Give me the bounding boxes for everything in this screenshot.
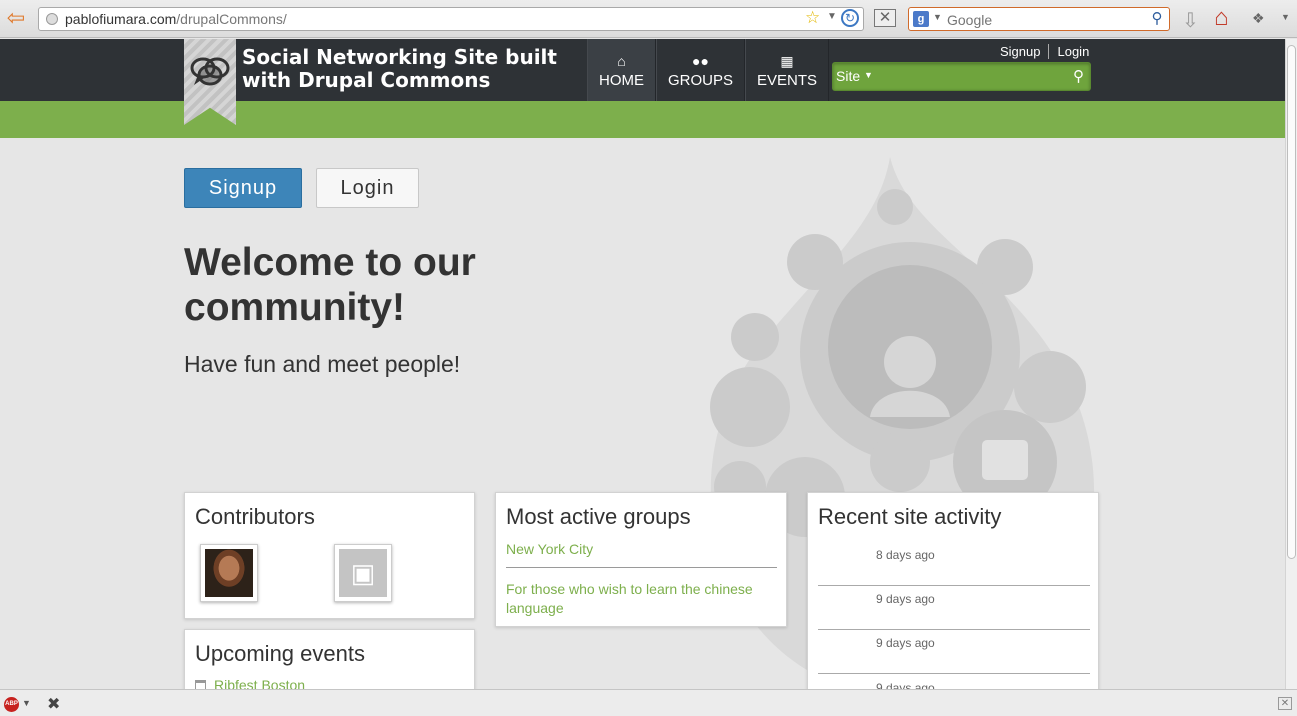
event-link[interactable]: Ribfest Boston <box>195 677 305 689</box>
activity-time: 9 days ago <box>876 636 935 650</box>
login-button[interactable]: Login <box>316 168 419 208</box>
user-links: Signup Login <box>992 44 1097 59</box>
mail-icon[interactable]: ✕ <box>874 9 896 27</box>
main-nav: ⌂ HOME ●● GROUPS ▦ EVENTS <box>587 39 830 101</box>
activity-item: 9 days ago <box>818 675 1090 689</box>
activity-time: 9 days ago <box>876 681 935 689</box>
header-signup-link[interactable]: Signup <box>992 44 1048 59</box>
nav-home[interactable]: ⌂ HOME <box>587 39 656 101</box>
calendar-icon <box>195 680 206 689</box>
divider <box>506 567 777 568</box>
scope-caret-icon[interactable]: ▼ <box>864 70 873 80</box>
browser-search-input[interactable] <box>947 11 1143 28</box>
site-search-input[interactable] <box>879 67 1059 87</box>
site-name[interactable]: Social Networking Site built with Drupal… <box>242 46 572 92</box>
site-identity-icon[interactable] <box>46 13 58 25</box>
nav-events-label: EVENTS <box>757 71 818 89</box>
contributor-avatar[interactable]: ▣ <box>334 544 392 602</box>
user-photo <box>205 549 253 597</box>
welcome-title: Welcome to our community! <box>184 241 476 329</box>
active-groups-title: Most active groups <box>506 504 691 529</box>
adblock-dropdown-icon[interactable]: ▼ <box>22 698 31 708</box>
address-bar[interactable]: pablofiumara.com/drupalCommons/ ☆ ▼ ↻ <box>38 7 864 31</box>
page-viewport: Social Networking Site built with Drupal… <box>0 39 1285 689</box>
group-link[interactable]: New York City <box>506 540 766 559</box>
engine-dropdown-icon[interactable]: ▼ <box>933 12 942 22</box>
recent-activity-title: Recent site activity <box>818 504 1002 529</box>
search-icon[interactable]: ⚲ <box>1073 67 1084 85</box>
close-icon[interactable]: ✖ <box>47 694 60 714</box>
download-arrow-icon[interactable]: ⇩ <box>1182 8 1199 33</box>
activity-item: 9 days ago <box>818 586 1090 630</box>
welcome-subtitle: Have fun and meet people! <box>184 351 461 377</box>
recent-activity-panel: Recent site activity 8 days ago 9 days a… <box>807 492 1099 689</box>
nav-groups[interactable]: ●● GROUPS <box>656 39 746 101</box>
search-icon[interactable]: ⚲ <box>1148 10 1166 28</box>
event-title[interactable]: Ribfest Boston <box>214 677 305 689</box>
scrollbar-thumb[interactable] <box>1287 45 1296 559</box>
groups-icon: ●● <box>692 52 709 69</box>
contributor-avatar[interactable] <box>200 544 258 602</box>
chat-bubbles-icon <box>190 57 230 86</box>
header-login-link[interactable]: Login <box>1048 44 1097 59</box>
activity-time: 8 days ago <box>876 548 935 562</box>
activity-item: 8 days ago <box>818 542 1090 586</box>
resize-grip-icon[interactable]: ✕ <box>1278 697 1292 710</box>
contributors-title: Contributors <box>195 504 315 529</box>
default-avatar-icon: ▣ <box>339 549 387 597</box>
addon-dropdown-icon[interactable]: ▼ <box>1281 12 1290 22</box>
url-history-dropdown-icon[interactable]: ▼ <box>827 11 837 22</box>
upcoming-events-panel: Upcoming events Ribfest Boston <box>184 629 475 689</box>
site-search: Site ▼ ⚲ <box>832 62 1091 91</box>
activity-time: 9 days ago <box>876 592 935 606</box>
url-text[interactable]: pablofiumara.com/drupalCommons/ <box>65 11 287 27</box>
addon-icon[interactable]: ❖ <box>1252 10 1265 27</box>
signup-button[interactable]: Signup <box>184 168 302 208</box>
vertical-scrollbar[interactable] <box>1285 39 1297 689</box>
home-icon: ⌂ <box>617 52 626 69</box>
calendar-icon: ▦ <box>780 52 794 69</box>
upcoming-events-title: Upcoming events <box>195 641 365 666</box>
bookmark-star-icon[interactable]: ☆ <box>805 8 820 28</box>
activity-item: 9 days ago <box>818 630 1090 674</box>
contributors-panel: Contributors ▣ <box>184 492 475 619</box>
google-engine-icon[interactable]: g <box>913 11 929 27</box>
browser-toolbar: ⇦ pablofiumara.com/drupalCommons/ ☆ ▼ ↻ … <box>0 0 1297 38</box>
active-groups-panel: Most active groups New York City For tho… <box>495 492 787 627</box>
back-arrow-icon[interactable]: ⇦ <box>2 7 30 30</box>
browser-status-bar: ABP ▼ ✖ ✕ <box>0 689 1297 716</box>
search-scope-select[interactable]: Site <box>836 68 860 84</box>
browser-home-icon[interactable]: ⌂ <box>1214 4 1229 32</box>
adblock-icon[interactable]: ABP <box>4 697 19 712</box>
nav-home-label: HOME <box>599 71 644 89</box>
nav-groups-label: GROUPS <box>668 71 734 89</box>
group-link[interactable]: For those who wish to learn the chinese … <box>506 580 766 618</box>
reload-icon[interactable]: ↻ <box>841 9 859 27</box>
browser-search-box[interactable]: g ▼ ⚲ <box>908 7 1170 31</box>
nav-events[interactable]: ▦ EVENTS <box>745 39 830 101</box>
